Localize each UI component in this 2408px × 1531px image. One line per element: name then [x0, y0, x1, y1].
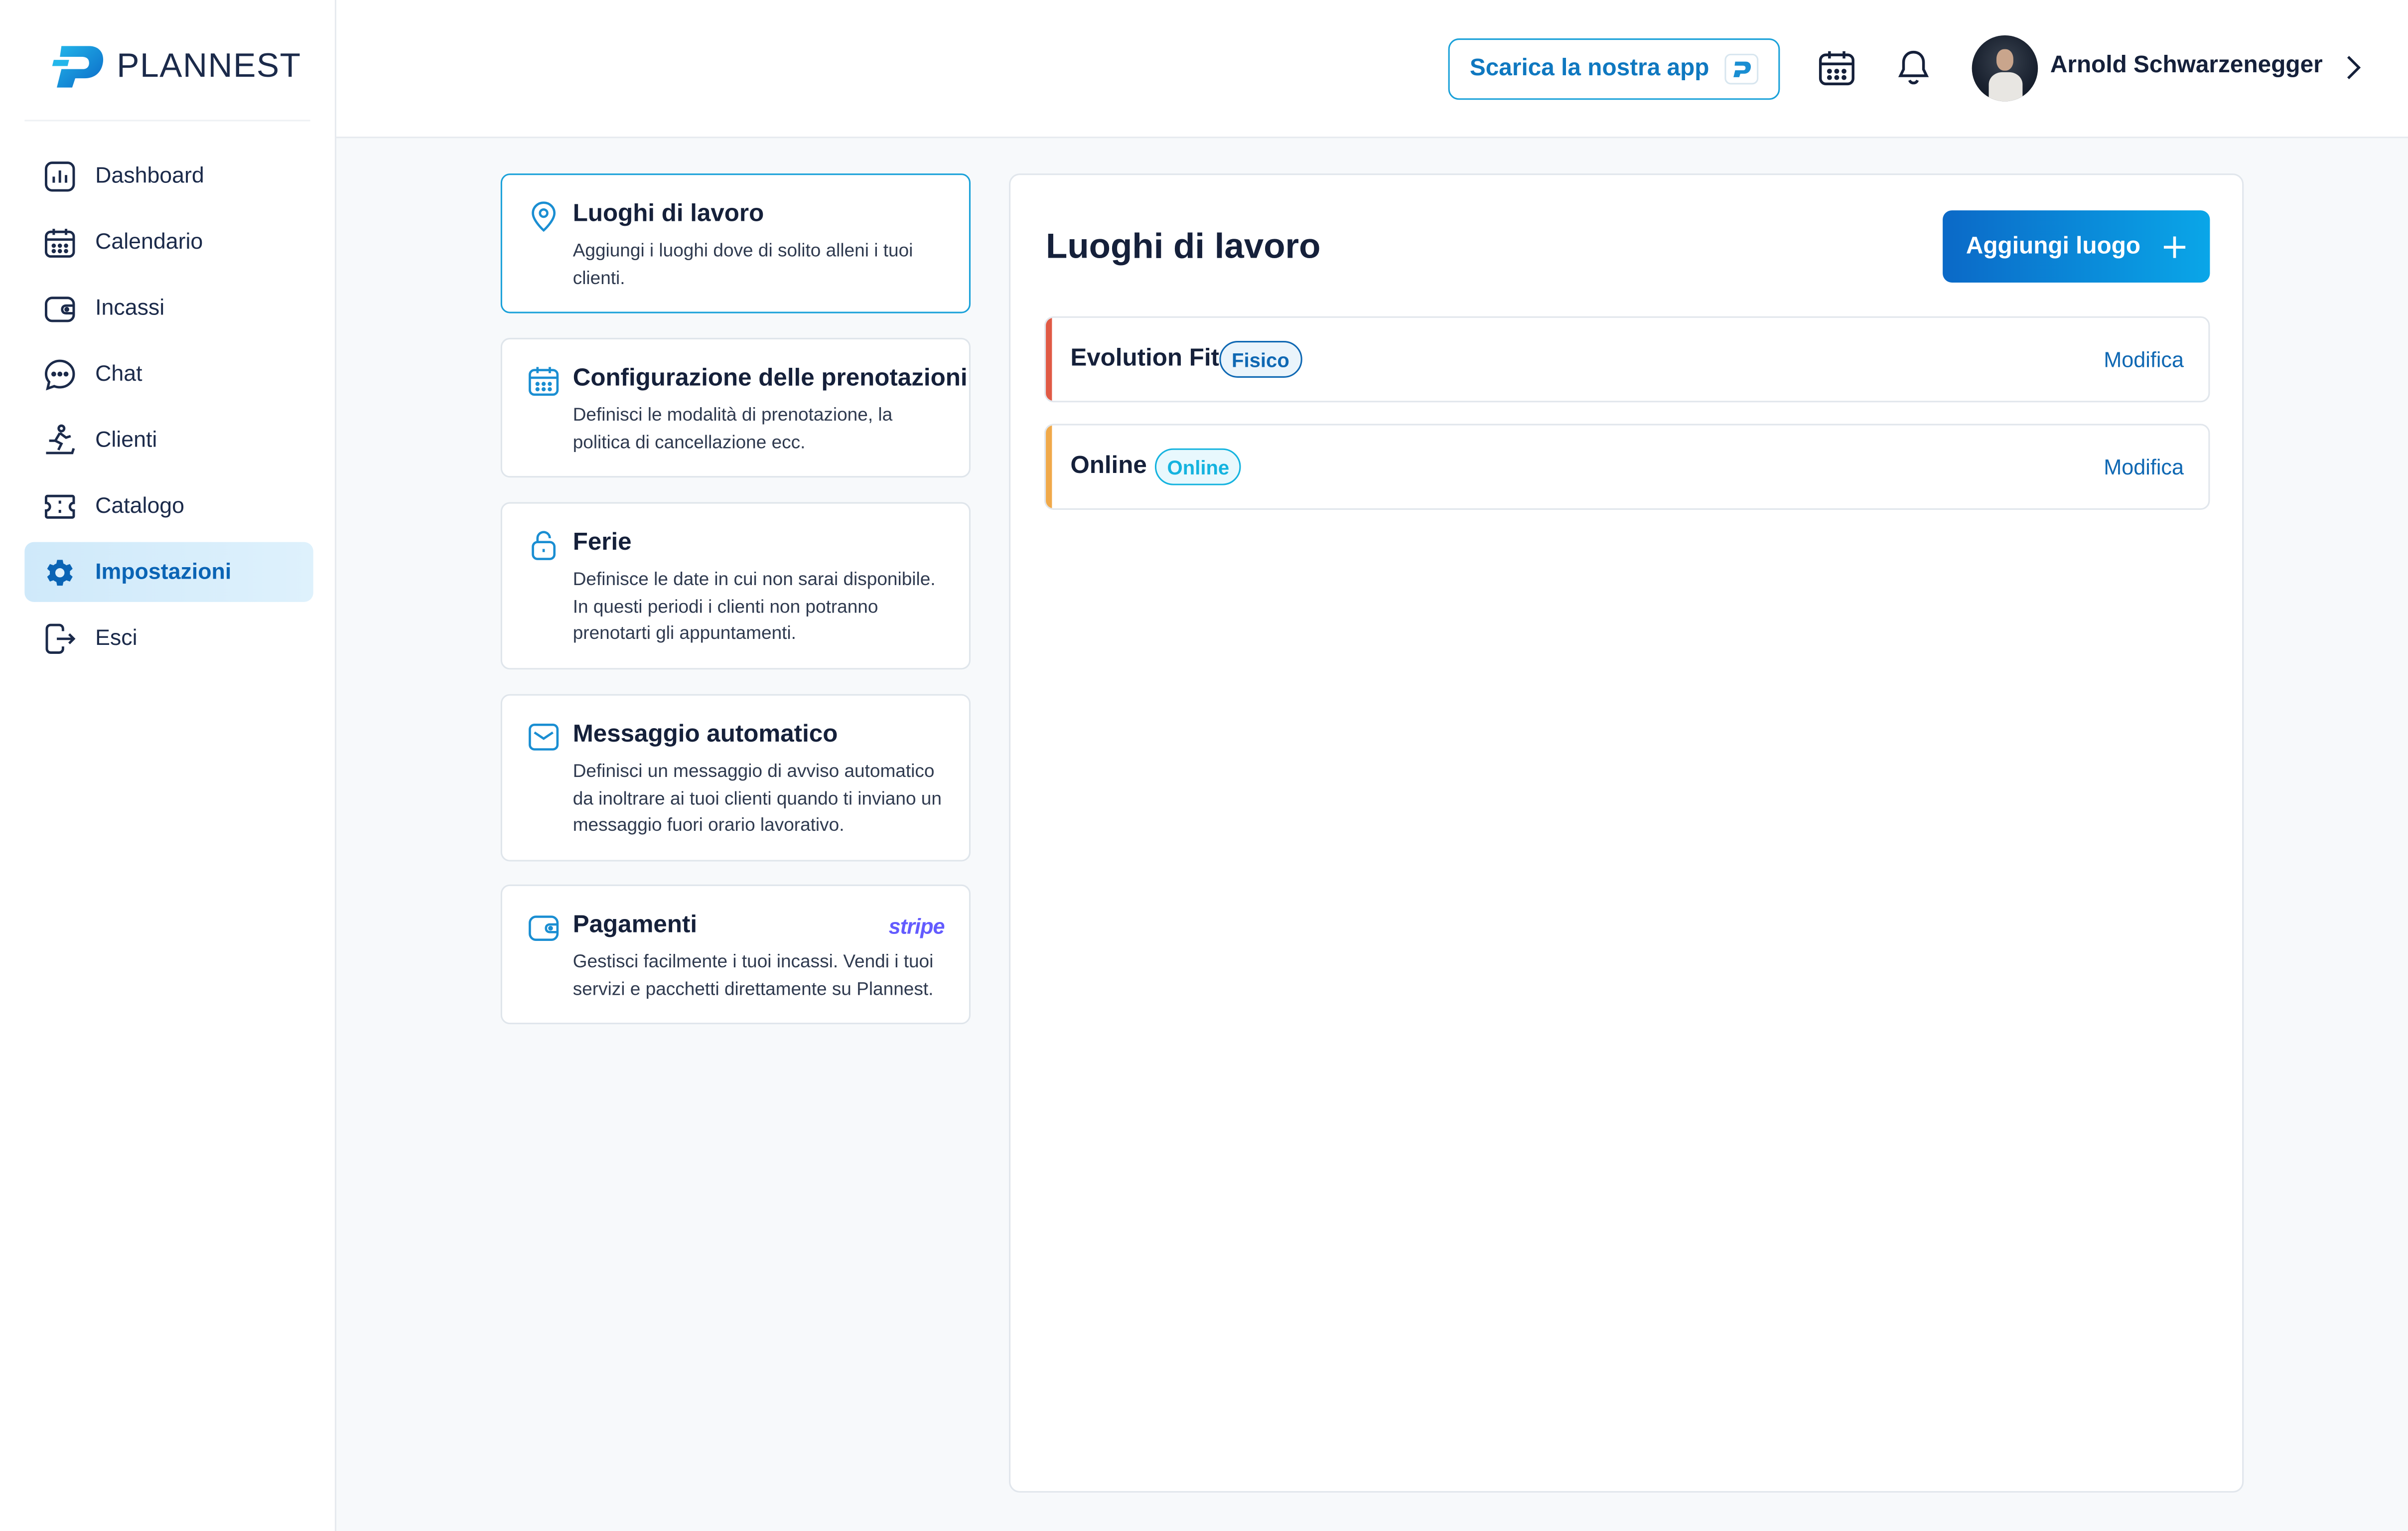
sidebar-item-label: Incassi — [95, 296, 165, 320]
location-name: Evolution Fit — [1070, 345, 1219, 372]
edit-location-link[interactable]: Modifica — [2104, 455, 2184, 479]
sidebar-item-clienti[interactable]: Clienti — [24, 410, 313, 470]
location-name: Online — [1070, 453, 1147, 479]
user-name[interactable]: Arnold Schwarzenegger — [2050, 52, 2323, 80]
ticket-icon — [43, 489, 77, 523]
edit-location-link[interactable]: Modifica — [2104, 347, 2184, 371]
location-row[interactable]: Online Online Modifica — [1044, 424, 2210, 510]
avatar[interactable] — [1972, 35, 2038, 102]
settings-item-pagamenti[interactable]: Pagamenti stripe Gestisci facilmente i t… — [500, 884, 971, 1025]
settings-item-desc: Definisci le modalità di prenotazione, l… — [572, 404, 893, 453]
avatar-face — [1996, 49, 2013, 71]
settings-item-title: Messaggio automatico — [572, 722, 838, 748]
wallet-icon — [43, 291, 77, 325]
sidebar-item-label: Calendario — [95, 229, 203, 254]
location-type-badge: Online — [1154, 448, 1242, 485]
sidebar-nav: Dashboard Calendario Incassi Chat Client… — [24, 146, 313, 674]
calendar-icon — [529, 367, 559, 396]
settings-item-title: Luoghi di lavoro — [572, 201, 764, 228]
top-header: Scarica la nostra app Arnold Schwarzeneg… — [336, 0, 2408, 139]
sidebar-item-label: Catalogo — [95, 493, 185, 518]
settings-item-title: Ferie — [572, 530, 632, 556]
settings-item-messaggio[interactable]: Messaggio automatico Definisci un messag… — [500, 694, 971, 862]
settings-item-desc: Definisci un messaggio di avviso automat… — [572, 760, 942, 836]
sidebar-divider — [24, 120, 310, 122]
chevron-right-icon[interactable] — [2340, 51, 2365, 85]
wallet-icon — [529, 916, 559, 941]
settings-item-desc: Gestisci facilmente i tuoi incassi. Vend… — [572, 950, 934, 999]
sidebar-item-label: Dashboard — [95, 163, 204, 188]
sidebar-item-impostazioni[interactable]: Impostazioni — [24, 542, 313, 602]
settings-item-desc: Definisce le date in cui non sarai dispo… — [572, 568, 936, 644]
location-row[interactable]: Evolution Fit Fisico Modifica — [1044, 316, 2210, 403]
settings-item-luoghi[interactable]: Luoghi di lavoro Aggiungi i luoghi dove … — [500, 173, 971, 313]
treadmill-runner-icon — [43, 423, 77, 457]
location-accent-bar — [1046, 317, 1052, 401]
location-type-badge: Fisico — [1219, 341, 1302, 378]
calendar-icon[interactable] — [1815, 46, 1858, 89]
settings-item-prenotazioni[interactable]: Configurazione delle prenotazioni Defini… — [500, 337, 971, 478]
location-accent-bar — [1046, 425, 1052, 508]
plus-icon — [2163, 235, 2185, 258]
sidebar-item-incassi[interactable]: Incassi — [24, 278, 313, 338]
chat-bubble-icon — [43, 357, 77, 391]
settings-item-ferie[interactable]: Ferie Definisce le date in cui non sarai… — [500, 502, 971, 670]
sidebar-item-dashboard[interactable]: Dashboard — [24, 146, 313, 206]
add-location-button[interactable]: Aggiungi luogo — [1943, 210, 2210, 283]
sidebar-item-calendario[interactable]: Calendario — [24, 212, 313, 272]
gear-icon — [43, 555, 77, 589]
lock-icon — [532, 531, 556, 560]
add-location-label: Aggiungi luogo — [1966, 232, 2141, 259]
sidebar-item-label: Clienti — [95, 428, 157, 453]
sidebar-item-label: Impostazioni — [95, 560, 232, 585]
sidebar: PLANNEST Dashboard Calendario Incassi Ch… — [0, 0, 337, 1531]
logo-text: PLANNEST — [117, 46, 301, 85]
locations-panel: Luoghi di lavoro Aggiungi luogo Evolutio… — [1009, 173, 2244, 1493]
sidebar-item-label: Esci — [95, 625, 138, 650]
avatar-shirt — [1988, 72, 2023, 102]
download-app-button[interactable]: Scarica la nostra app — [1448, 38, 1780, 100]
page-title: Luoghi di lavoro — [1046, 225, 1321, 266]
chart-bars-icon — [43, 159, 77, 193]
logout-icon — [43, 621, 77, 655]
download-app-label: Scarica la nostra app — [1469, 55, 1709, 82]
settings-item-title: Pagamenti — [572, 912, 698, 938]
plannest-logo-icon — [52, 46, 104, 88]
sidebar-item-chat[interactable]: Chat — [24, 344, 313, 404]
sidebar-item-label: Chat — [95, 361, 142, 386]
settings-item-desc: Aggiungi i luoghi dove di solito alleni … — [572, 239, 913, 288]
settings-item-title: Configurazione delle prenotazioni — [572, 365, 968, 392]
plannest-app-icon — [1724, 53, 1759, 85]
sidebar-item-esci[interactable]: Esci — [24, 608, 313, 668]
bell-icon[interactable] — [1892, 46, 1935, 89]
stripe-logo: stripe — [888, 914, 945, 938]
plannest-logo[interactable]: PLANNEST — [49, 40, 301, 92]
envelope-icon — [529, 724, 559, 751]
calendar-icon — [43, 225, 77, 259]
sidebar-item-catalogo[interactable]: Catalogo — [24, 476, 313, 536]
location-pin-icon — [532, 201, 556, 232]
